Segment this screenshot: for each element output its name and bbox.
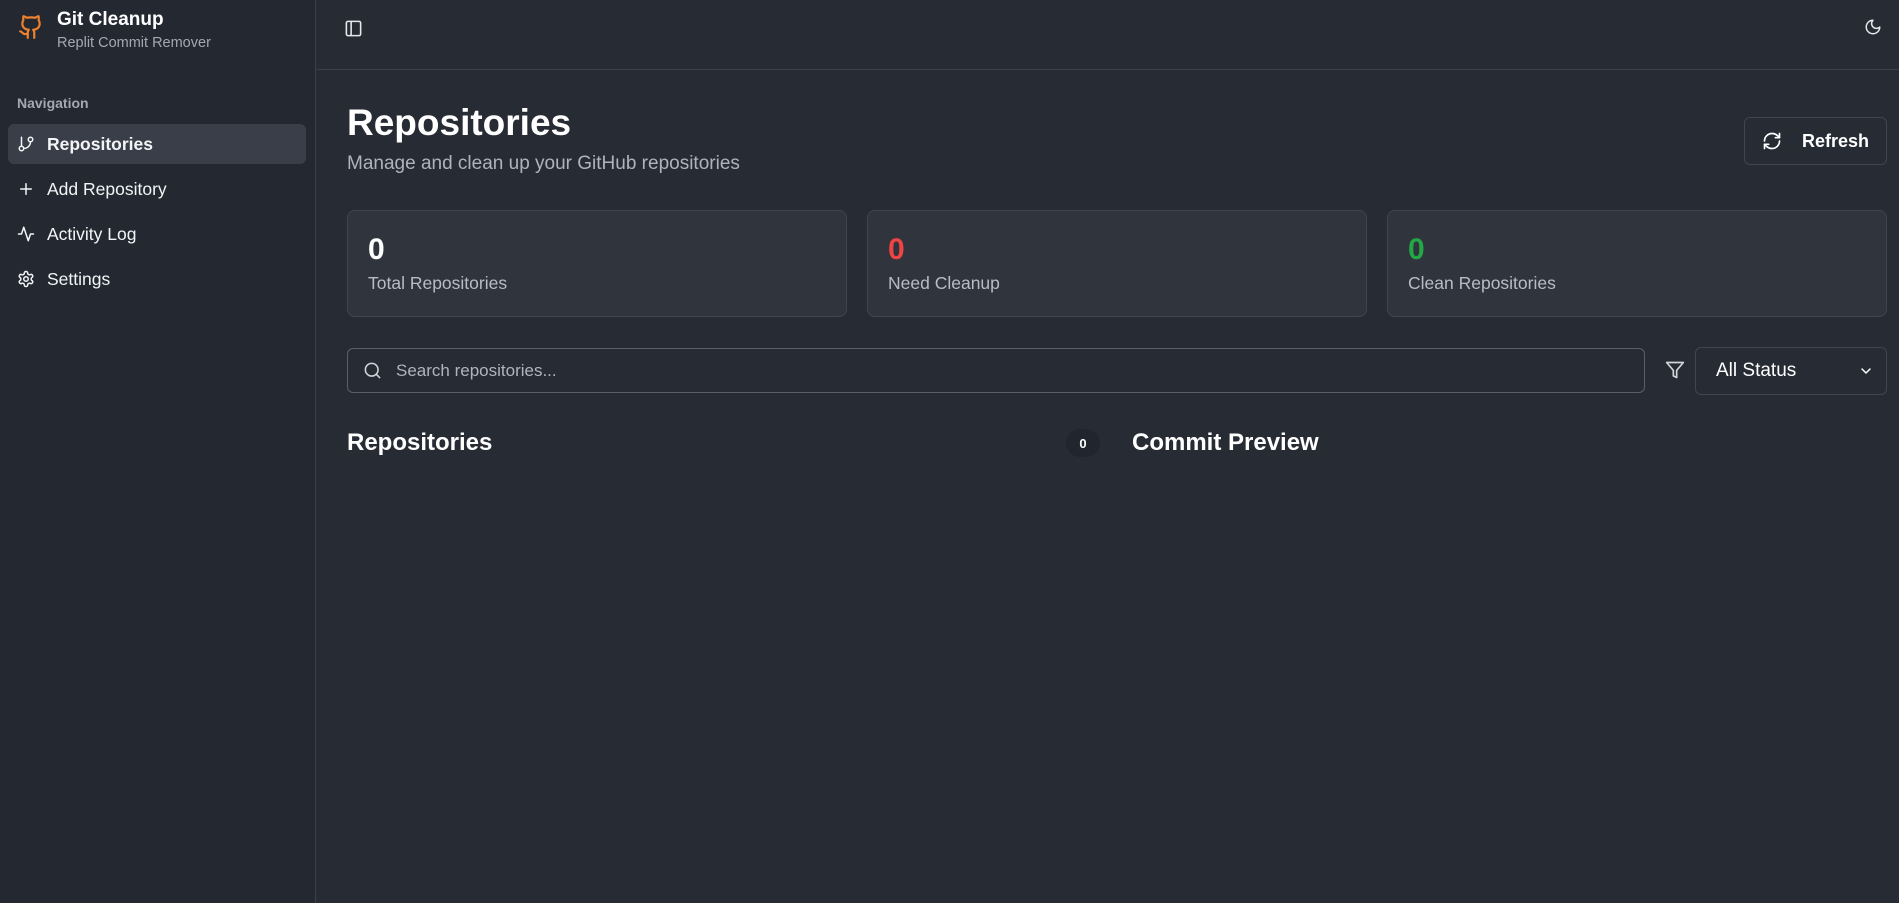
stat-value: 0: [1408, 233, 1425, 266]
github-icon: [19, 15, 41, 39]
sidebar-item-settings[interactable]: Settings: [8, 259, 306, 299]
app-subtitle: Replit Commit Remover: [57, 35, 211, 51]
app-title: Git Cleanup: [57, 9, 164, 30]
plus-icon: [20, 183, 32, 195]
status-filter-value: All Status: [1716, 360, 1797, 381]
sidebar-toggle-button[interactable]: [341, 16, 365, 40]
commit-preview-title: Commit Preview: [1132, 429, 1319, 456]
sidebar-nav: Repositories Add Repository Activity Log…: [8, 124, 306, 304]
stat-label: Total Repositories: [368, 273, 508, 293]
sidebar-item-activity-log[interactable]: Activity Log: [8, 214, 306, 254]
stat-label: Clean Repositories: [1408, 273, 1556, 293]
theme-toggle-button[interactable]: [1861, 15, 1885, 39]
stat-card-total: 0 Total Repositories: [347, 210, 847, 317]
sidebar-item-label: Add Repository: [47, 178, 167, 199]
gear-icon: [18, 270, 34, 288]
stat-card-clean: 0 Clean Repositories: [1387, 210, 1887, 317]
git-branch-icon: [18, 136, 34, 152]
search-icon: [364, 362, 381, 379]
status-filter-select[interactable]: All Status: [1695, 347, 1887, 395]
repositories-section-title: Repositories: [347, 429, 493, 456]
stat-card-need-cleanup: 0 Need Cleanup: [867, 210, 1367, 317]
refresh-label: Refresh: [1801, 130, 1870, 151]
page-subtitle: Manage and clean up your GitHub reposito…: [347, 153, 740, 174]
refresh-icon: [1763, 132, 1781, 150]
stat-value: 0: [368, 233, 385, 266]
nav-section-label: Navigation: [17, 95, 89, 111]
sidebar-item-add-repository[interactable]: Add Repository: [8, 169, 306, 209]
topbar: [317, 0, 1899, 70]
search-input[interactable]: [396, 349, 1644, 392]
sidebar: Git Cleanup Replit Commit Remover Naviga…: [0, 0, 316, 903]
page-title: Repositories: [347, 102, 572, 143]
filter-icon: [1665, 361, 1685, 379]
repository-count-badge: 0: [1066, 429, 1100, 457]
sidebar-item-label: Activity Log: [47, 223, 137, 244]
sidebar-item-label: Settings: [47, 268, 111, 289]
search-box: [347, 348, 1645, 393]
brand: Git Cleanup Replit Commit Remover: [18, 8, 211, 52]
activity-icon: [17, 226, 35, 242]
refresh-button[interactable]: Refresh: [1744, 117, 1887, 165]
chevron-down-icon: [1861, 368, 1871, 374]
stat-label: Need Cleanup: [888, 273, 1000, 293]
sidebar-item-label: Repositories: [47, 133, 153, 154]
panel-left-icon: [345, 20, 361, 36]
sidebar-item-repositories[interactable]: Repositories: [8, 124, 306, 164]
moon-icon: [1865, 19, 1881, 35]
stat-value: 0: [888, 233, 905, 266]
